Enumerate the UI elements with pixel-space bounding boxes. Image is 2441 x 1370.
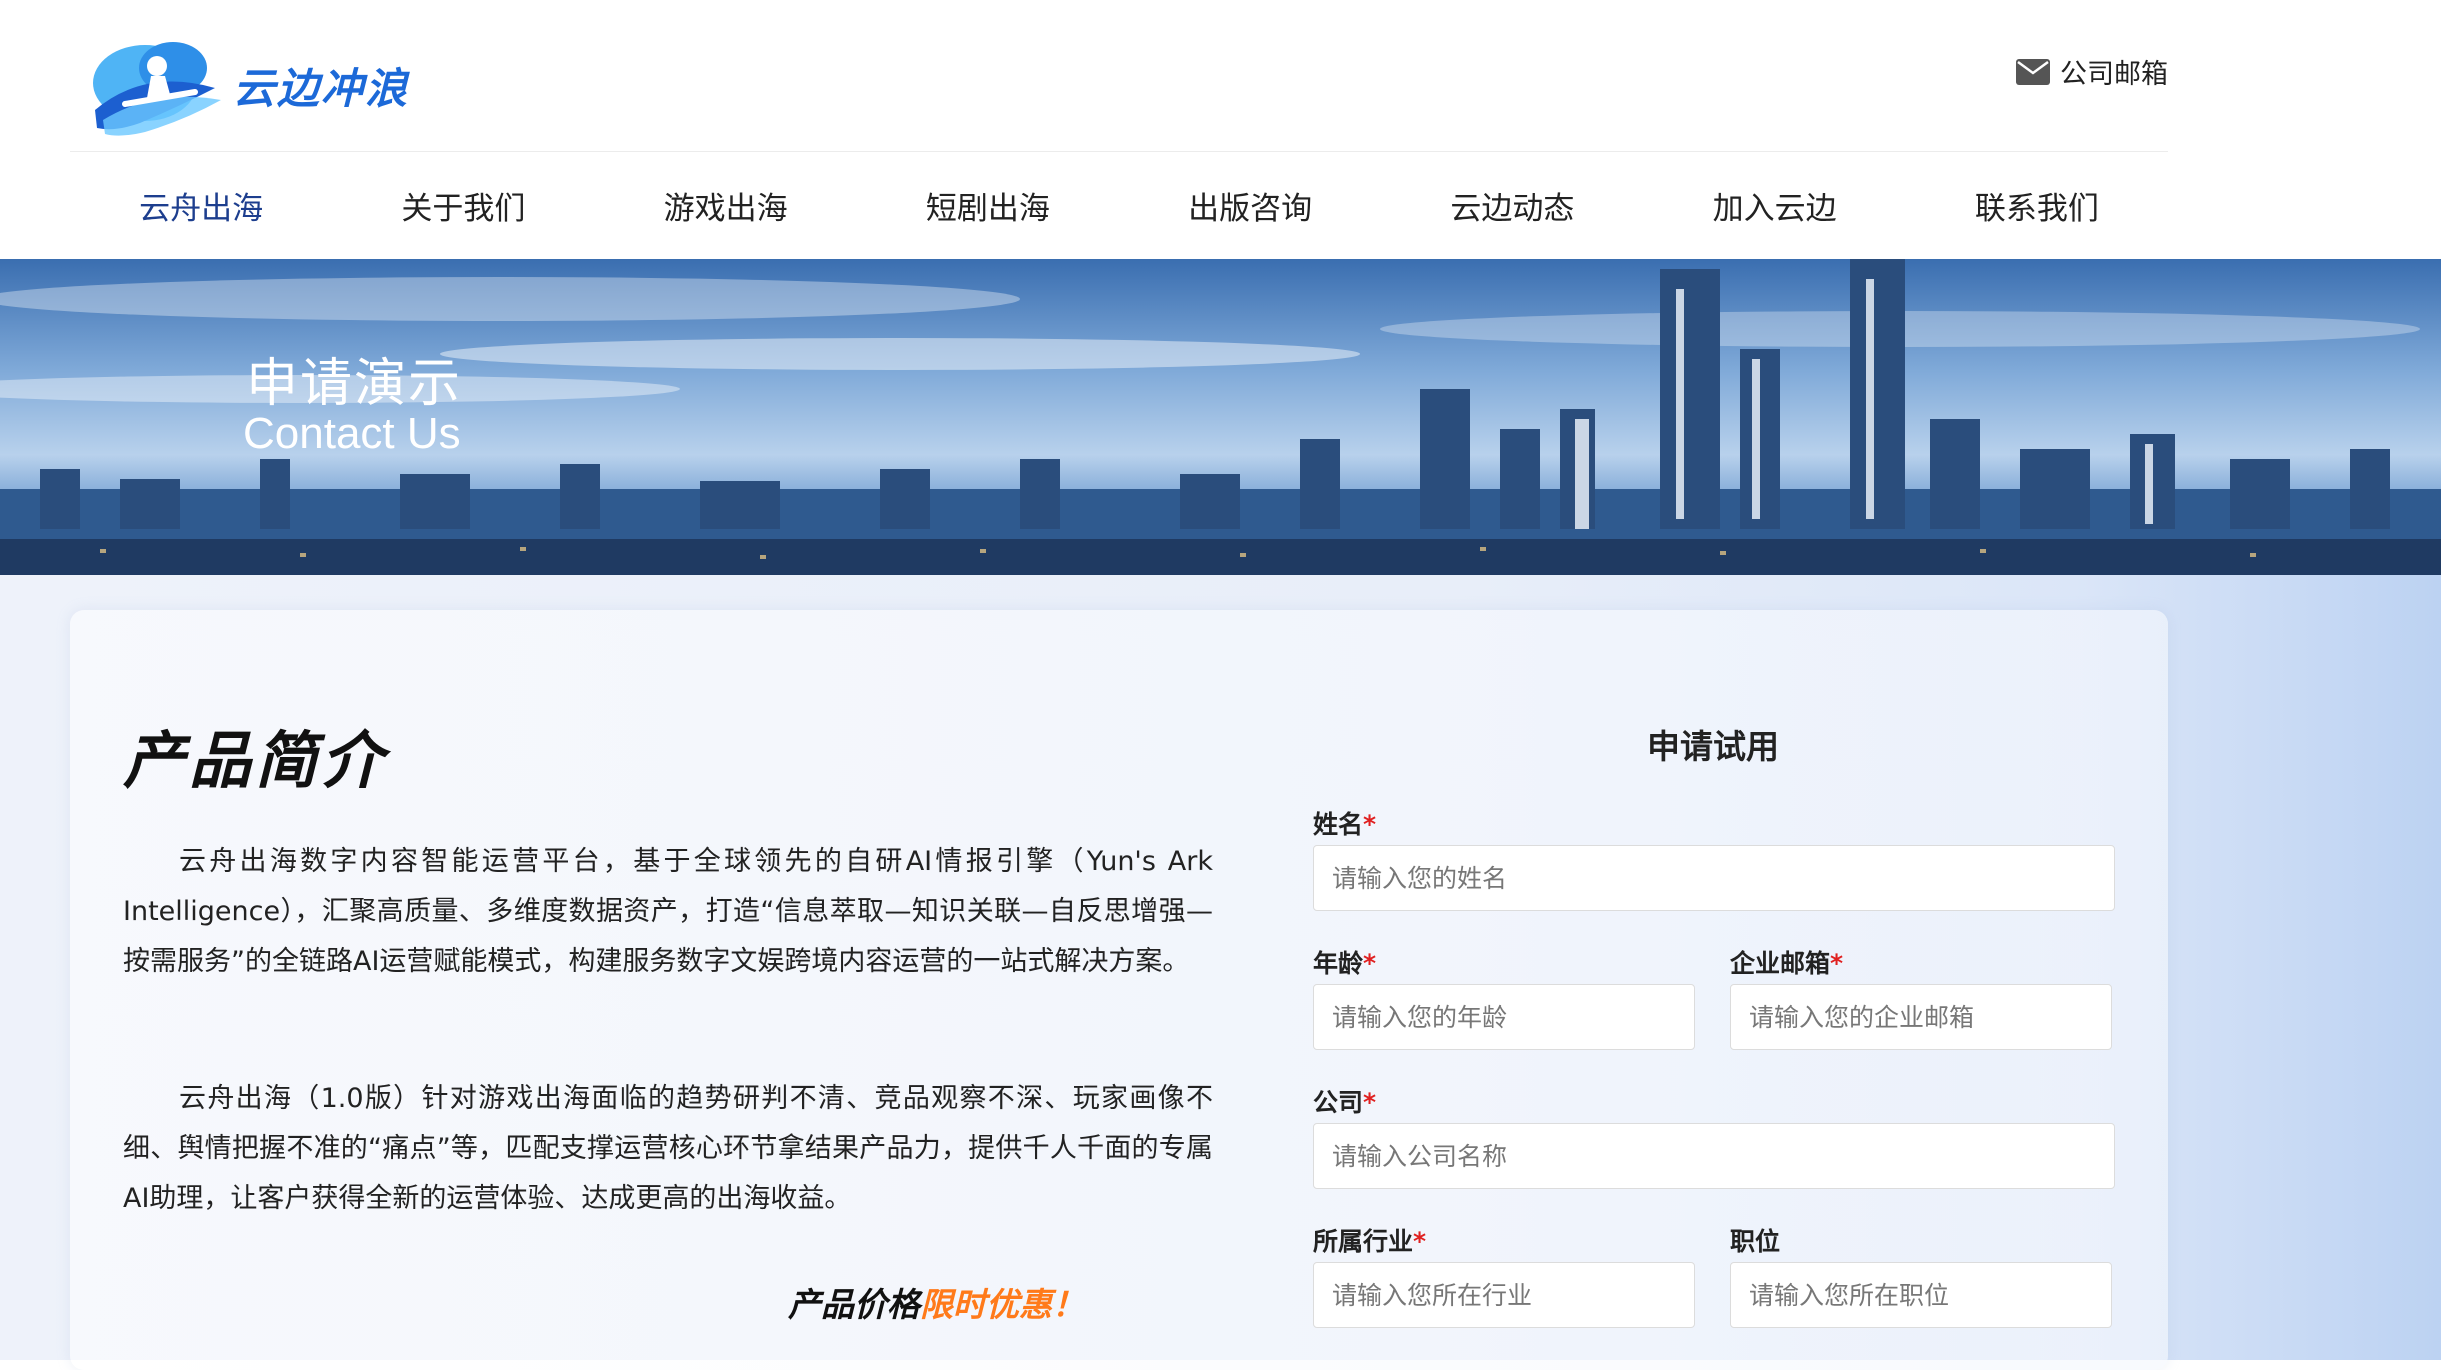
envelope-icon [2016,58,2050,85]
nav-item-yunzhou[interactable]: 云舟出海 [70,183,332,228]
age-input[interactable] [1313,984,1695,1050]
company-mail-label: 公司邮箱 [2060,59,2168,90]
nav-item-contact[interactable]: 联系我们 [1906,183,2168,228]
form-title: 申请试用 [1647,727,1779,766]
age-label-text: 年龄 [1313,949,1364,978]
intro-title-text: 产品简介 [123,724,388,797]
required-mark: * [1363,949,1377,978]
name-label-text: 姓名 [1313,810,1364,839]
required-mark: * [1413,1227,1427,1256]
position-input[interactable] [1730,1262,2112,1328]
position-label: 职位 [1730,1222,1780,1258]
name-label: 姓名* [1313,805,1376,841]
email-label-text: 企业邮箱 [1730,949,1831,978]
main-nav: 云舟出海 关于我们 游戏出海 短剧出海 出版咨询 云边动态 加入云边 联系我们 [70,152,2168,259]
email-input[interactable] [1730,984,2112,1050]
company-label: 公司* [1313,1083,1376,1119]
price-label: 产品价格 [788,1285,920,1324]
position-label-text: 职位 [1730,1227,1781,1256]
nav-item-publishing[interactable]: 出版咨询 [1119,183,1381,228]
industry-label: 所属行业* [1313,1222,1426,1258]
age-label: 年龄* [1313,944,1376,980]
surfer-logo-icon [93,42,221,136]
required-mark: * [1363,810,1377,839]
company-mail-link[interactable]: 公司邮箱 [2016,52,2168,91]
banner-title: 申请演示 [246,354,463,414]
product-card: 产品简介 云舟出海数字内容智能运营平台，基于全球领先的自研AI情报引擎（Yun'… [70,610,2168,1370]
price-banner: 产品价格限时优惠！ [788,1278,1085,1326]
industry-input[interactable] [1313,1262,1695,1328]
intro-title: 产品简介 [123,710,430,802]
company-label-text: 公司 [1313,1088,1364,1117]
nav-item-join[interactable]: 加入云边 [1644,183,1906,228]
price-promo: 限时优惠！ [920,1285,1085,1324]
intro-paragraph-2: 云舟出海（1.0版）针对游戏出海面临的趋势研判不清、竞品观察不深、玩家画像不细、… [123,1083,1213,1214]
nav-item-news[interactable]: 云边动态 [1381,183,1643,228]
nav-item-games[interactable]: 游戏出海 [595,183,857,228]
industry-label-text: 所属行业 [1313,1227,1414,1256]
banner-subtitle: Contact Us [243,409,461,458]
main-content: 产品简介 云舟出海数字内容智能运营平台，基于全球领先的自研AI情报引擎（Yun'… [0,575,2441,1370]
site-header: 云边冲浪 公司邮箱 云舟出海 关于我们 游戏出海 短剧出海 出版咨询 云边动态 … [0,0,2441,259]
nav-item-short-drama[interactable]: 短剧出海 [857,183,1119,228]
required-mark: * [1363,1088,1377,1117]
hero-banner: 申请演示 Contact Us [0,259,2441,575]
brand-logo[interactable]: 云边冲浪 [85,28,409,143]
name-input[interactable] [1313,845,2115,911]
required-mark: * [1830,949,1844,978]
intro-paragraph-1: 云舟出海数字内容智能运营平台，基于全球领先的自研AI情报引擎（Yun's Ark… [123,846,1213,977]
company-input[interactable] [1313,1123,2115,1189]
email-label: 企业邮箱* [1730,944,1843,980]
brand-name: 云边冲浪 [233,64,410,113]
nav-item-about[interactable]: 关于我们 [332,183,594,228]
